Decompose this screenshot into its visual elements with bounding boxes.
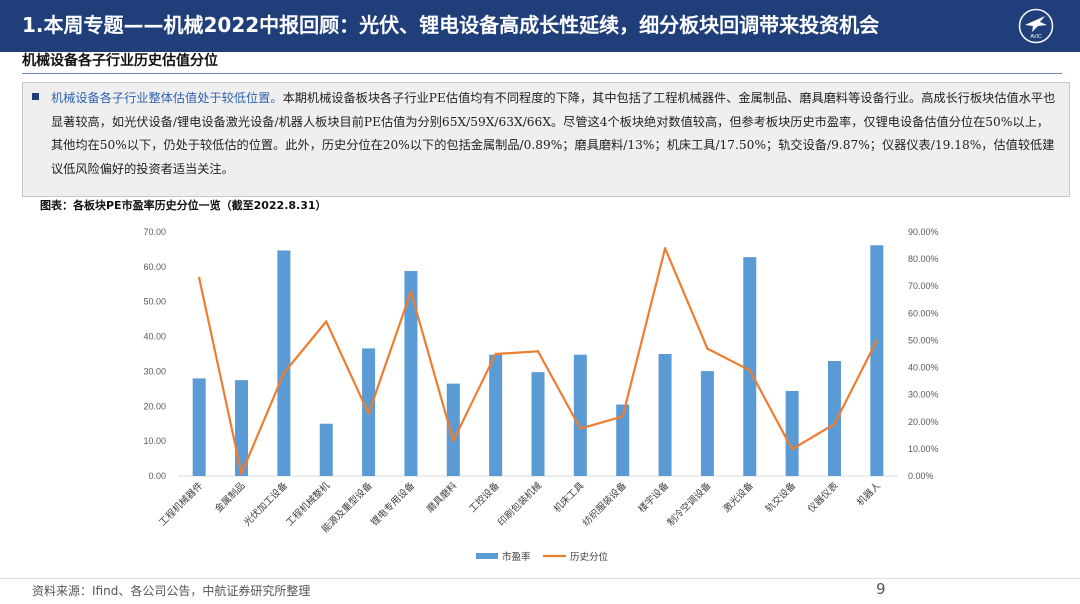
left-tick-label: 40.00 <box>143 332 166 342</box>
left-tick-label: 70.00 <box>143 227 166 237</box>
percentile-point-15 <box>790 448 794 451</box>
percentile-point-6 <box>409 290 413 293</box>
category-label: 仪器仪表 <box>805 479 841 515</box>
category-label: 纺织服装设备 <box>580 479 629 528</box>
right-tick-label: 40.00% <box>908 363 939 373</box>
bar-13 <box>700 371 714 476</box>
summary-highlight: 机械设备各子行业整体估值处于较低位置。 <box>51 91 283 105</box>
percentile-point-9 <box>536 350 540 353</box>
page-number: 9 <box>876 580 886 598</box>
category-label: 工控设备 <box>466 479 502 515</box>
right-tick-label: 50.00% <box>908 335 939 345</box>
percentile-point-2 <box>240 472 243 475</box>
percentile-point-10 <box>579 427 582 430</box>
right-tick-label: 60.00% <box>908 308 939 318</box>
bar-9 <box>531 372 545 476</box>
category-label: 锂电专用设备 <box>368 479 417 528</box>
pe-percentile-chart: 0.00 10.00 20.00 30.00 40.00 50.00 60.00 70.00 0… <box>143 227 939 563</box>
category-label: 光伏加工设备 <box>241 479 290 528</box>
percentile-point-5 <box>367 412 370 415</box>
right-tick-label: 80.00% <box>908 254 939 264</box>
percentile-point-11 <box>621 415 624 418</box>
category-label: 楼宇设备 <box>636 479 672 515</box>
category-label: 机器人 <box>854 479 883 508</box>
logo-text: AVIC <box>1030 34 1042 40</box>
left-tick-label: 10.00 <box>143 436 166 446</box>
right-tick-label: 0.00% <box>908 471 934 481</box>
percentile-point-4 <box>325 320 328 323</box>
summary-box: 机械设备各子行业整体估值处于较低位置。本期机械设备板块各子行业PE估值均有不同程… <box>22 82 1070 197</box>
percentile-point-13 <box>706 347 709 350</box>
header-bar: 1.本周专题——机械2022中报回顾：光伏、锂电设备高成长性延续，细分板块回调带… <box>0 0 1080 52</box>
left-tick-label: 20.00 <box>143 401 166 411</box>
right-tick-label: 70.00% <box>908 281 939 291</box>
category-label: 激光设备 <box>721 479 757 515</box>
footer-divider <box>0 578 1080 579</box>
percentile-point-1 <box>197 276 201 280</box>
avic-logo-icon: AVIC <box>1018 8 1054 44</box>
left-tick-label: 50.00 <box>143 297 166 307</box>
percentile-point-7 <box>452 439 455 442</box>
percentile-point-16 <box>833 422 836 426</box>
category-label: 机床工具 <box>551 479 587 515</box>
page-title: 1.本周专题——机械2022中报回顾：光伏、锂电设备高成长性延续，细分板块回调带… <box>22 13 880 37</box>
percentile-point-12 <box>663 247 667 250</box>
category-label: 磨具磨料 <box>424 479 460 515</box>
bar-17 <box>870 245 884 476</box>
bar-1 <box>192 378 206 476</box>
summary-paragraph: 机械设备各子行业整体估值处于较低位置。本期机械设备板块各子行业PE估值均有不同程… <box>51 87 1061 181</box>
category-label: 印刷包装机械 <box>495 479 544 528</box>
right-tick-label: 10.00% <box>908 444 939 454</box>
right-tick-label: 90.00% <box>908 227 939 237</box>
legend-line-label: 历史分位 <box>570 551 609 563</box>
bullet-icon <box>32 93 39 100</box>
left-tick-label: 0.00 <box>148 471 166 481</box>
legend-bar-swatch <box>476 553 498 559</box>
right-tick-label: 20.00% <box>908 417 939 427</box>
percentile-point-8 <box>494 352 497 356</box>
bar-10 <box>573 354 587 476</box>
bar-16 <box>827 360 841 476</box>
bar-12 <box>658 354 672 476</box>
percentile-point-14 <box>748 369 751 372</box>
category-label: 轨交设备 <box>763 479 799 515</box>
category-label: 制冷空调设备 <box>665 479 714 528</box>
category-label: 工程机械器件 <box>156 479 205 528</box>
right-tick-label: 30.00% <box>908 390 939 400</box>
left-tick-label: 60.00 <box>143 262 166 272</box>
source-note: 资料来源：Ifind、各公司公告，中航证券研究所整理 <box>32 584 311 598</box>
category-label: 金属制品 <box>212 480 247 515</box>
left-tick-label: 30.00 <box>143 366 166 376</box>
bar-4 <box>319 423 333 476</box>
divider <box>22 73 1062 74</box>
legend-bar-label: 市盈率 <box>502 551 531 563</box>
bar-15 <box>785 390 799 476</box>
bar-14 <box>743 257 757 476</box>
percentile-point-17 <box>875 339 879 342</box>
bar-3 <box>277 250 291 476</box>
section-subtitle: 机械设备各子行业历史估值分位 <box>22 53 218 69</box>
percentile-point-3 <box>282 371 286 375</box>
bar-8 <box>489 354 503 476</box>
